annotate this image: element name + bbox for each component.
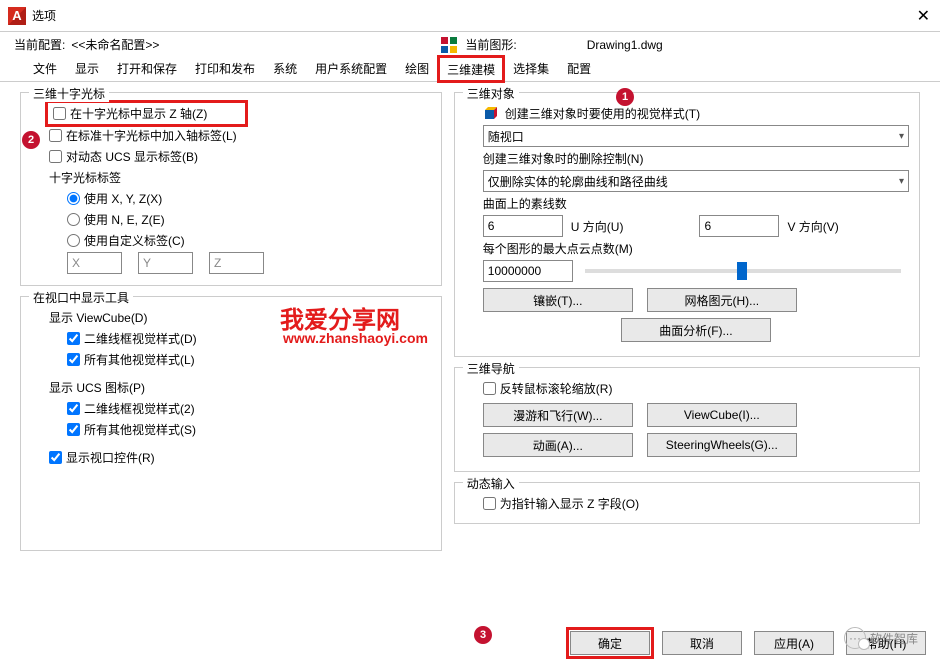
close-icon[interactable]: ✕ — [917, 6, 930, 26]
tab-3d-modeling[interactable]: 三维建模 — [438, 56, 504, 82]
tab-bar: 文件 显示 打开和保存 打印和发布 系统 用户系统配置 绘图 三维建模 选择集 … — [0, 55, 940, 82]
annotation-badge-3: 3 — [474, 626, 492, 644]
lbl-max-pts: 每个图形的最大点云点数(M) — [483, 240, 909, 257]
group-viewport-tools: 在视口中显示工具 显示 ViewCube(D) 二维线框视觉样式(D) 所有其他… — [20, 296, 442, 551]
slider-thumb[interactable] — [737, 262, 747, 280]
window-title: 选项 — [32, 7, 56, 24]
tab-profiles[interactable]: 配置 — [558, 55, 600, 81]
tab-plot[interactable]: 打印和发布 — [186, 55, 264, 81]
btn-viewcube[interactable]: ViewCube(I)... — [647, 403, 797, 427]
chk-reverse-wheel[interactable] — [483, 382, 496, 395]
annotation-badge-1: 1 — [616, 88, 634, 106]
lbl-show-z-field: 为指针输入显示 Z 字段(O) — [500, 495, 639, 512]
custom-z-input[interactable] — [209, 252, 264, 274]
group-title-dynin: 动态输入 — [463, 475, 519, 492]
tab-file[interactable]: 文件 — [24, 55, 66, 81]
annotation-badge-2: 2 — [22, 131, 40, 149]
group-title-3dnav: 三维导航 — [463, 360, 519, 377]
input-max-pts[interactable] — [483, 260, 573, 282]
drawing-icon — [441, 37, 457, 53]
lbl-v-dir: V 方向(V) — [787, 218, 838, 235]
drawing-value: Drawing1.dwg — [587, 38, 663, 52]
chk-show-z-axis[interactable] — [53, 107, 66, 120]
drawing-label: 当前图形: — [465, 36, 516, 53]
lbl-ucs-2d: 二维线框视觉样式(2) — [84, 400, 195, 417]
rad-use-custom[interactable] — [67, 234, 80, 247]
combo-visual-style[interactable]: 随视口▾ — [483, 125, 909, 147]
ok-button[interactable]: 确定 — [570, 631, 650, 655]
chevron-down-icon: ▾ — [899, 131, 904, 142]
lbl-u-dir: U 方向(U) — [571, 218, 624, 235]
tab-drawing[interactable]: 绘图 — [396, 55, 438, 81]
btn-surface-analysis[interactable]: 曲面分析(F)... — [621, 318, 771, 342]
chk-dyn-ucs-labels[interactable] — [49, 150, 62, 163]
lbl-show-ucs: 显示 UCS 图标(P) — [49, 378, 431, 396]
tab-open-save[interactable]: 打开和保存 — [108, 55, 186, 81]
chk-vc-2d[interactable] — [67, 332, 80, 345]
group-title-vptools: 在视口中显示工具 — [29, 289, 133, 306]
slider-max-pts[interactable] — [585, 269, 901, 273]
group-3d-objects: 三维对象 创建三维对象时要使用的视觉样式(T) 随视口▾ 创建三维对象时的删除控… — [454, 92, 920, 357]
rad-use-xyz[interactable] — [67, 192, 80, 205]
tab-selection[interactable]: 选择集 — [504, 55, 558, 81]
chk-viewport-ctrl[interactable] — [49, 451, 62, 464]
chk-ucs-2d[interactable] — [67, 402, 80, 415]
lbl-viewport-ctrl: 显示视口控件(R) — [66, 449, 155, 466]
btn-mesh-prim[interactable]: 网格图元(H)... — [647, 288, 797, 312]
cancel-button[interactable]: 取消 — [662, 631, 742, 655]
lbl-isolines: 曲面上的素线数 — [483, 195, 909, 212]
lbl-use-nez: 使用 N, E, Z(E) — [84, 211, 165, 228]
group-3d-crosshair: 三维十字光标 在十字光标中显示 Z 轴(Z) 在标准十字光标中加入轴标签(L) … — [20, 92, 442, 286]
combo-delete-control[interactable]: 仅删除实体的轮廓曲线和路径曲线▾ — [483, 170, 909, 192]
apply-button[interactable]: 应用(A) — [754, 631, 834, 655]
profile-value: <<未命名配置>> — [71, 36, 331, 53]
help-button[interactable]: 帮助(H) — [846, 631, 926, 655]
btn-walk-fly[interactable]: 漫游和飞行(W)... — [483, 403, 633, 427]
chevron-down-icon: ▾ — [899, 176, 904, 187]
lbl-delete-control: 创建三维对象时的删除控制(N) — [483, 150, 909, 167]
chk-ucs-other[interactable] — [67, 423, 80, 436]
group-dynamic-input: 动态输入 为指针输入显示 Z 字段(O) — [454, 482, 920, 524]
lbl-reverse-wheel: 反转鼠标滚轮缩放(R) — [500, 380, 613, 397]
lbl-use-custom: 使用自定义标签(C) — [84, 232, 185, 249]
group-title-3dobj: 三维对象 — [463, 85, 519, 102]
lbl-vc-other: 所有其他视觉样式(L) — [84, 351, 195, 368]
btn-tessellation[interactable]: 镶嵌(T)... — [483, 288, 633, 312]
group-title-crosshair: 三维十字光标 — [29, 85, 109, 102]
btn-steeringwheels[interactable]: SteeringWheels(G)... — [647, 433, 797, 457]
btn-animation[interactable]: 动画(A)... — [483, 433, 633, 457]
chk-vc-other[interactable] — [67, 353, 80, 366]
input-u-isolines[interactable] — [483, 215, 563, 237]
custom-y-input[interactable] — [138, 252, 193, 274]
rad-use-nez[interactable] — [67, 213, 80, 226]
lbl-vc-2d: 二维线框视觉样式(D) — [84, 330, 197, 347]
custom-x-input[interactable] — [67, 252, 122, 274]
lbl-crosshair-labels: 十字光标标签 — [49, 168, 431, 186]
lbl-show-z: 在十字光标中显示 Z 轴(Z) — [70, 105, 207, 122]
lbl-visual-style: 创建三维对象时要使用的视觉样式(T) — [505, 105, 700, 122]
profile-label: 当前配置: — [14, 36, 65, 53]
lbl-show-viewcube: 显示 ViewCube(D) — [49, 308, 431, 326]
lbl-axis-labels: 在标准十字光标中加入轴标签(L) — [66, 127, 237, 144]
lbl-ucs-other: 所有其他视觉样式(S) — [84, 421, 196, 438]
autocad-app-icon: A — [8, 7, 26, 25]
box-3d-icon — [483, 105, 499, 121]
tab-display[interactable]: 显示 — [66, 55, 108, 81]
input-v-isolines[interactable] — [699, 215, 779, 237]
lbl-use-xyz: 使用 X, Y, Z(X) — [84, 190, 162, 207]
tab-system[interactable]: 系统 — [264, 55, 306, 81]
group-3d-nav: 三维导航 反转鼠标滚轮缩放(R) 漫游和飞行(W)... ViewCube(I)… — [454, 367, 920, 472]
tab-user-prefs[interactable]: 用户系统配置 — [306, 55, 396, 81]
chk-show-z-field[interactable] — [483, 497, 496, 510]
lbl-dyn-ucs: 对动态 UCS 显示标签(B) — [66, 148, 198, 165]
chk-axis-labels[interactable] — [49, 129, 62, 142]
